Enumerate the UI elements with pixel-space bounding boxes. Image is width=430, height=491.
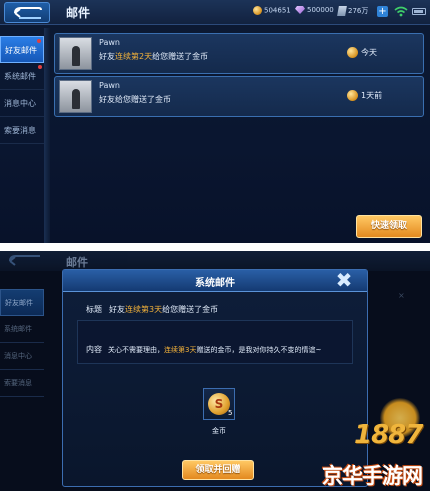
top-bar: 邮件 504651 500000 276万 + — [0, 0, 430, 25]
sidebar-item-label: 好友邮件 — [5, 46, 37, 55]
reward-item[interactable]: S 5 — [203, 388, 235, 420]
mail-content: 内容 关心不需要理由，连续第3天赠送的金币，是我对你持久不变的情谊~ — [86, 345, 322, 354]
mail-time: 今天 — [347, 47, 377, 58]
mail-time: 1天前 — [347, 90, 382, 101]
page-title: 邮件 — [66, 6, 91, 20]
diamond-icon — [295, 6, 305, 14]
sidebar-dimmed: 好友邮件 系统邮件 消息中心 索要消息 — [0, 289, 44, 397]
sidebar-item-system-mail[interactable]: 系统邮件 — [0, 316, 44, 343]
sidebar-item-system-mail[interactable]: 系统邮件 — [0, 63, 44, 90]
top-bar-dimmed: 邮件 — [0, 251, 430, 271]
watermark-number: 1887 — [354, 420, 423, 450]
coin-icon — [253, 6, 262, 15]
sidebar-item-label: 系统邮件 — [4, 72, 36, 81]
sidebar-divider — [44, 28, 50, 243]
site-watermark: 1887 京华手游网 — [318, 398, 428, 490]
notification-dot — [38, 65, 42, 69]
claim-and-gift-back-button[interactable]: 领取并回赠 — [182, 460, 254, 480]
voucher-icon — [337, 6, 347, 16]
coin-icon: S — [208, 393, 230, 415]
voucher-balance: 276万 — [337, 6, 368, 16]
reward-name: 金币 — [212, 427, 226, 435]
wifi-icon — [394, 6, 408, 17]
close-button[interactable]: ✖ — [331, 268, 357, 292]
page-title: 邮件 — [66, 256, 88, 269]
back-button[interactable] — [4, 2, 50, 23]
avatar — [59, 80, 92, 113]
battery-icon — [412, 8, 426, 15]
sidebar-item-label: 索要消息 — [4, 126, 36, 135]
coin-balance: 504651 — [253, 6, 291, 15]
screenshot-separator — [0, 243, 430, 251]
sidebar-item-message-center[interactable]: 消息中心 — [0, 90, 44, 117]
watermark-text: 京华手游网 — [322, 464, 423, 488]
mail-list-item[interactable]: Pawn 好友连续第2天给您赠送了金币 今天 — [54, 33, 424, 74]
dialog-header: 系统邮件 ✖ — [63, 268, 367, 292]
dialog-title: 系统邮件 — [195, 278, 235, 289]
reward-quantity: 5 — [228, 409, 233, 417]
sidebar-item-request-messages[interactable]: 索要消息 — [0, 117, 44, 144]
mail-list-item[interactable]: Pawn 好友给您赠送了金币 1天前 — [54, 76, 424, 117]
notification-dot — [37, 39, 41, 43]
sidebar-item-message-center[interactable]: 消息中心 — [0, 343, 44, 370]
coin-icon — [347, 90, 358, 101]
avatar — [59, 37, 92, 70]
sidebar-item-friend-mail[interactable]: 好友邮件 — [0, 289, 44, 316]
mail-subject: 标题 好友连续第3天给您赠送了金币 — [86, 305, 219, 314]
back-arrow-icon — [14, 7, 42, 19]
recharge-button[interactable]: + — [377, 6, 388, 17]
mail-screen-top: 邮件 504651 500000 276万 + 好友邮件 系统邮件 消息中心 索… — [0, 0, 430, 243]
mail-sender: Pawn — [99, 38, 120, 47]
sidebar-item-request-messages[interactable]: 索要消息 — [0, 370, 44, 397]
diamond-balance: 500000 — [295, 6, 334, 14]
mail-message: 好友连续第2天给您赠送了金币 — [99, 52, 209, 61]
mail-message: 好友给您赠送了金币 — [99, 95, 171, 104]
sidebar-item-friend-mail[interactable]: 好友邮件 — [0, 36, 44, 63]
sidebar: 好友邮件 系统邮件 消息中心 索要消息 — [0, 36, 44, 144]
background-close-mark: × — [398, 291, 405, 300]
mail-sender: Pawn — [99, 81, 120, 90]
coin-icon — [347, 47, 358, 58]
sidebar-item-label: 消息中心 — [4, 99, 36, 108]
back-arrow-icon — [9, 255, 40, 266]
quick-claim-button[interactable]: 快速领取 — [356, 215, 422, 238]
mail-content-box — [77, 320, 353, 364]
